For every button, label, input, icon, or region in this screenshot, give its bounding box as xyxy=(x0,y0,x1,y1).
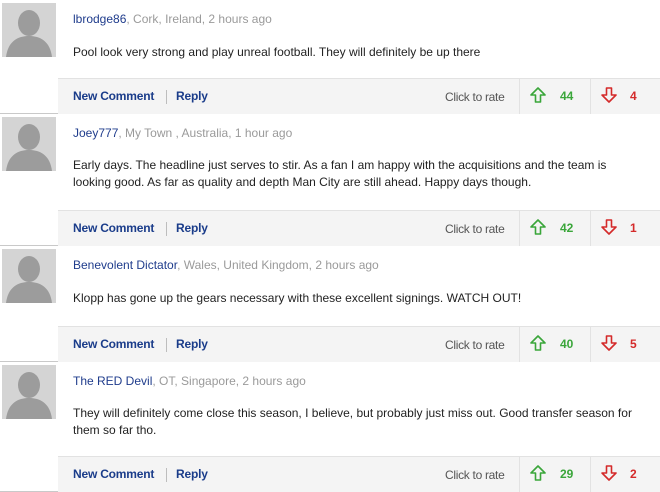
reply-button[interactable]: Reply xyxy=(176,221,208,235)
location-timestamp: , My Town , Australia, 1 hour ago xyxy=(118,126,293,140)
comment-meta: Benevolent Dictator, Wales, United Kingd… xyxy=(73,258,379,272)
comment-body: Klopp has gone up the gears necessary wi… xyxy=(73,291,522,305)
location-timestamp: , OT, Singapore, 2 hours ago xyxy=(152,374,306,388)
new-comment-button[interactable]: New Comment xyxy=(73,467,154,481)
author-link[interactable]: The RED Devil xyxy=(73,374,152,388)
comment-item: Benevolent Dictator, Wales, United Kingd… xyxy=(0,246,660,362)
comment-body: They will definitely come close this sea… xyxy=(73,406,632,437)
down-vote-count: 2 xyxy=(630,467,637,481)
thumbs-up-icon[interactable] xyxy=(530,219,546,238)
thumbs-down-control: 2 xyxy=(590,457,660,492)
thumbs-down-icon[interactable] xyxy=(601,335,617,354)
thumbs-up-icon[interactable] xyxy=(530,87,546,106)
comment-item: Joey777, My Town , Australia, 1 hour ago… xyxy=(0,114,660,246)
thumbs-down-control: 1 xyxy=(590,211,660,246)
thumbs-up-control: 40 xyxy=(519,327,578,362)
down-vote-count: 4 xyxy=(630,89,637,103)
divider xyxy=(166,90,167,104)
click-to-rate-label: Click to rate xyxy=(445,338,505,352)
comment-action-bar: New Comment Reply Click to rate 42 1 xyxy=(58,210,660,246)
comment-action-bar: New Comment Reply Click to rate 44 4 xyxy=(58,78,660,114)
location-timestamp: , Cork, Ireland, 2 hours ago xyxy=(126,12,272,26)
comment-body: Pool look very strong and play unreal fo… xyxy=(73,45,481,59)
author-link[interactable]: Joey777 xyxy=(73,126,118,140)
author-link[interactable]: lbrodge86 xyxy=(73,12,126,26)
up-vote-count: 40 xyxy=(560,337,574,351)
up-vote-count: 29 xyxy=(560,467,574,481)
reply-button[interactable]: Reply xyxy=(176,89,208,103)
thumbs-down-icon[interactable] xyxy=(601,219,617,238)
thumbs-down-icon[interactable] xyxy=(601,87,617,106)
reply-button[interactable]: Reply xyxy=(176,467,208,481)
location-timestamp: , Wales, United Kingdom, 2 hours ago xyxy=(177,258,379,272)
divider xyxy=(166,338,167,352)
user-avatar-icon xyxy=(2,249,56,303)
comments-list: lbrodge86, Cork, Ireland, 2 hours ago Poo… xyxy=(0,0,660,492)
divider xyxy=(166,468,167,482)
comment-meta: lbrodge86, Cork, Ireland, 2 hours ago xyxy=(73,12,272,26)
thumbs-up-icon[interactable] xyxy=(530,335,546,354)
thumbs-up-control: 42 xyxy=(519,211,578,246)
comment-body: Early days. The headline just serves to … xyxy=(73,158,607,189)
comment-action-bar: New Comment Reply Click to rate 40 5 xyxy=(58,326,660,362)
click-to-rate-label: Click to rate xyxy=(445,222,505,236)
author-link[interactable]: Benevolent Dictator xyxy=(73,258,177,272)
new-comment-button[interactable]: New Comment xyxy=(73,337,154,351)
down-vote-count: 1 xyxy=(630,221,637,235)
thumbs-up-icon[interactable] xyxy=(530,465,546,484)
divider xyxy=(166,222,167,236)
up-vote-count: 42 xyxy=(560,221,574,235)
comment-item: The RED Devil, OT, Singapore, 2 hours ag… xyxy=(0,362,660,492)
thumbs-down-control: 4 xyxy=(590,79,660,114)
thumbs-up-control: 44 xyxy=(519,79,578,114)
user-avatar-icon xyxy=(2,3,56,57)
thumbs-up-control: 29 xyxy=(519,457,578,492)
comment-item: lbrodge86, Cork, Ireland, 2 hours ago Poo… xyxy=(0,0,660,114)
comment-meta: The RED Devil, OT, Singapore, 2 hours ag… xyxy=(73,374,306,388)
down-vote-count: 5 xyxy=(630,337,637,351)
user-avatar-icon xyxy=(2,365,56,419)
comment-action-bar: New Comment Reply Click to rate 29 2 xyxy=(58,456,660,492)
thumbs-down-icon[interactable] xyxy=(601,465,617,484)
up-vote-count: 44 xyxy=(560,89,574,103)
user-avatar-icon xyxy=(2,117,56,171)
comment-meta: Joey777, My Town , Australia, 1 hour ago xyxy=(73,126,292,140)
reply-button[interactable]: Reply xyxy=(176,337,208,351)
new-comment-button[interactable]: New Comment xyxy=(73,89,154,103)
click-to-rate-label: Click to rate xyxy=(445,90,505,104)
click-to-rate-label: Click to rate xyxy=(445,468,505,482)
thumbs-down-control: 5 xyxy=(590,327,660,362)
new-comment-button[interactable]: New Comment xyxy=(73,221,154,235)
